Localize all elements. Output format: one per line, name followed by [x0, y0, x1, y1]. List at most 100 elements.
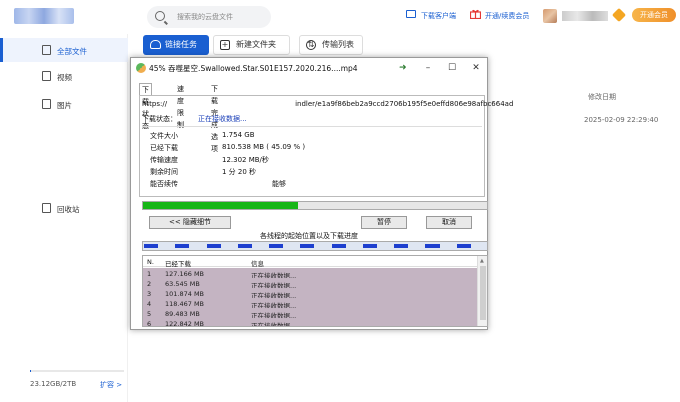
thread-segment	[425, 244, 440, 248]
new-folder-button[interactable]: + 新建文件夹	[213, 35, 290, 55]
thread-segment	[394, 244, 409, 248]
vip-renew-link[interactable]: 开通/续费会员	[485, 11, 529, 21]
video-icon	[42, 71, 51, 81]
thread-downloaded: 118.467 MB	[165, 299, 205, 308]
transfer-icon: ⇅	[306, 40, 316, 50]
top-bar: 搜索我的云盘文件 下载客户端 开通/续费会员 开通会员	[0, 0, 680, 34]
thread-downloaded: 101.874 MB	[165, 289, 205, 298]
thread-n: 3	[147, 289, 152, 298]
sidebar-item-trash[interactable]: 回收站	[0, 196, 128, 220]
thread-row[interactable]: 2 63.545 MB 正在接收数据...	[143, 278, 477, 290]
sidebar-item-all-files[interactable]: 全部文件	[0, 38, 128, 62]
time-left-value: 1 分 20 秒	[222, 168, 257, 176]
speed-label: 传输速度	[150, 156, 178, 164]
tab-completion-options[interactable]: 下载完成选项	[209, 83, 220, 153]
storage-usage-text: 23.12GB/2TB	[30, 380, 77, 388]
user-name[interactable]	[562, 11, 608, 21]
sidebar-item-label: 回收站	[57, 205, 80, 214]
thread-segment	[144, 244, 159, 248]
tab-download-status[interactable]: 下载状态	[139, 83, 152, 130]
url-start: https://	[142, 100, 168, 108]
status-tab-panel	[139, 95, 485, 197]
trash-icon	[42, 203, 51, 213]
sidebar-item-label: 全部文件	[57, 47, 87, 56]
avatar[interactable]	[543, 9, 557, 23]
sidebar-item-label: 图片	[57, 101, 72, 110]
storage-usage-bar	[30, 370, 124, 372]
cloud-upload-icon	[150, 40, 161, 49]
column-header-info[interactable]: 信息	[251, 258, 264, 268]
file-size-value: 1.754 GB	[222, 131, 255, 139]
download-client-link[interactable]: 下载客户端	[421, 11, 456, 21]
link-task-label: 链接任务	[165, 40, 197, 49]
sidebar-item-video[interactable]: 视频	[0, 64, 128, 88]
arrow-right-icon: ➜	[399, 63, 407, 73]
speed-value: 12.302 MB/秒	[222, 156, 269, 164]
thread-segment	[300, 244, 315, 248]
download-url: https:// indler/e1a9f86beb2a9ccd2706b195f…	[142, 100, 513, 108]
thread-segments-bar	[142, 241, 488, 251]
thread-segment	[456, 244, 471, 248]
search-input[interactable]: 搜索我的云盘文件	[147, 6, 271, 28]
minimize-button[interactable]: –	[419, 61, 437, 75]
thread-list-scrollbar[interactable]: ▲	[477, 256, 487, 326]
thread-segment	[269, 244, 284, 248]
thread-segment	[362, 244, 377, 248]
thread-n: 6	[147, 319, 152, 327]
thread-segment	[331, 244, 346, 248]
search-icon	[155, 11, 165, 21]
resume-value: 能够	[272, 180, 286, 188]
thread-n: 4	[147, 299, 152, 308]
link-task-button[interactable]: 链接任务	[143, 35, 209, 55]
file-size-label: 文件大小	[150, 132, 178, 140]
status-value: 正在接收数据...	[198, 115, 247, 123]
status-label: 下载状态：	[142, 115, 177, 123]
column-header-downloaded[interactable]: 已经下载	[165, 258, 191, 268]
thread-segment	[237, 244, 252, 248]
thread-row[interactable]: 3 101.874 MB 正在接收数据...	[143, 288, 477, 300]
thread-row[interactable]: 4 118.467 MB 正在接收数据...	[143, 298, 477, 310]
scrollbar-thumb[interactable]	[480, 266, 486, 320]
thread-n: 1	[147, 269, 152, 278]
segments-caption: 各线程的起始位置以及下载进度	[260, 232, 358, 240]
tab-speed-limit[interactable]: 速度限制	[175, 83, 186, 129]
thread-row[interactable]: 6 122.842 MB 正在接收数据...	[143, 318, 477, 327]
thread-segment	[206, 244, 221, 248]
scroll-up-icon: ▲	[480, 258, 484, 264]
storage-usage-fill	[30, 370, 32, 372]
thread-row[interactable]: 1 127.166 MB 正在接收数据...	[143, 268, 477, 280]
plus-icon: +	[220, 40, 230, 50]
thread-n: 2	[147, 279, 152, 288]
file-icon	[42, 45, 51, 55]
maximize-button[interactable]: ☐	[443, 61, 461, 75]
thread-segment	[175, 244, 190, 248]
hide-details-button[interactable]: << 隐藏细节	[149, 216, 231, 229]
thread-row[interactable]: 5 89.483 MB 正在接收数据...	[143, 308, 477, 320]
column-header-modified[interactable]: 修改日期	[588, 92, 616, 102]
diamond-icon	[611, 7, 627, 23]
window-title-bar[interactable]: 45% 吞噬星空.Swallowed.Star.S01E157.2020.216…	[131, 58, 487, 78]
search-placeholder: 搜索我的云盘文件	[177, 13, 233, 21]
window-title: 45% 吞噬星空.Swallowed.Star.S01E157.2020.216…	[149, 64, 358, 73]
transfer-list-label: 传输列表	[322, 40, 354, 49]
close-button[interactable]: ✕	[467, 61, 485, 75]
cancel-button[interactable]: 取消	[426, 216, 472, 229]
thread-downloaded: 89.483 MB	[165, 309, 200, 318]
gift-icon	[470, 9, 481, 19]
thread-downloaded: 127.166 MB	[165, 269, 205, 278]
resume-label: 能否续传	[150, 180, 178, 188]
time-left-label: 剩余时间	[150, 168, 178, 176]
transfer-list-button[interactable]: ⇅ 传输列表	[299, 35, 363, 55]
column-header-n[interactable]: N.	[147, 258, 154, 266]
pause-button[interactable]: 暂停	[361, 216, 407, 229]
downloaded-value: 810.538 MB ( 45.09 % )	[222, 143, 306, 151]
app-logo[interactable]	[14, 8, 74, 24]
sidebar-item-images[interactable]: 图片	[0, 92, 128, 116]
thread-info: 正在接收数据...	[251, 321, 297, 327]
image-icon	[42, 99, 51, 109]
file-row-date: 2025-02-09 22:29:40	[584, 116, 659, 124]
expand-storage-link[interactable]: 扩容 >	[100, 380, 122, 390]
vip-badge-button[interactable]: 开通会员	[632, 8, 676, 22]
new-folder-label: 新建文件夹	[236, 40, 276, 49]
sidebar-item-label: 视频	[57, 73, 72, 82]
